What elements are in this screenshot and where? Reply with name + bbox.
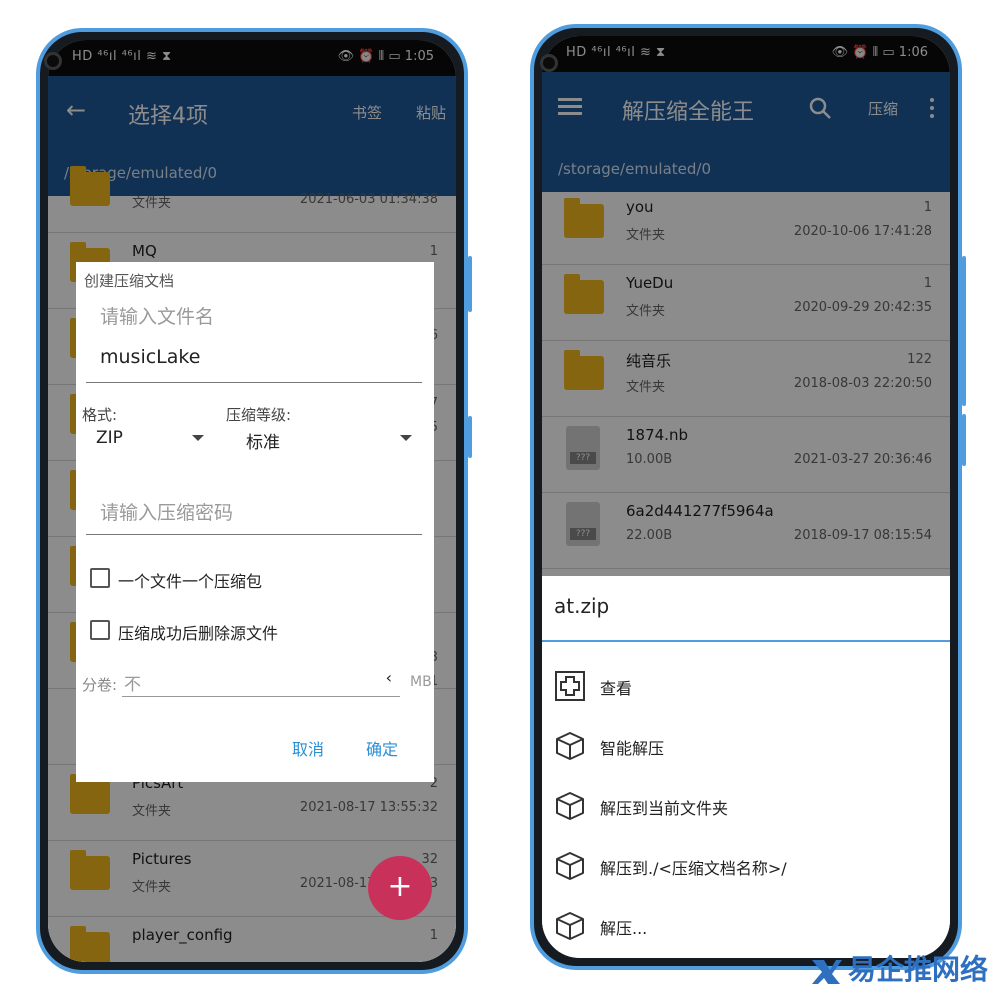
package-box-icon [556, 792, 584, 820]
archive-filename: at.zip [554, 594, 610, 618]
menu-item-extract-to-folder[interactable]: 解压到./<压缩文档名称>/ [542, 838, 950, 894]
watermark-text: 易企推网络 [847, 953, 988, 986]
menu-item-label: 智能解压 [600, 739, 665, 758]
level-label: 压缩等级: [226, 406, 292, 424]
menu-item-extract[interactable]: 解压... [542, 898, 950, 954]
package-box-icon [556, 912, 584, 940]
menu-item-smart-extract[interactable]: 智能解压 [542, 718, 950, 774]
split-label: 分卷: [82, 676, 118, 694]
right-phone-screen: HD ⁴⁶ıl ⁴⁶ıl ≋ ⧗ 👁 ⏰ ⦀ ▭ 1:06 解压缩全能王 压缩 … [542, 36, 950, 958]
plus-icon: + [387, 869, 413, 904]
package-box-icon [556, 732, 584, 760]
one-file-per-archive-checkbox[interactable] [90, 568, 110, 588]
front-camera [540, 54, 558, 72]
filename-field[interactable]: 请输入文件名 musicLake [86, 296, 422, 383]
menu-item-label: 解压... [600, 919, 648, 938]
volume-button [962, 256, 966, 406]
format-select[interactable]: ZIP [96, 428, 123, 448]
menu-item-extract-here[interactable]: 解压到当前文件夹 [542, 778, 950, 834]
password-placeholder: 请输入压缩密码 [100, 502, 234, 524]
cancel-button[interactable]: 取消 [292, 736, 324, 760]
left-phone-frame: HD ⁴⁶ıl ⁴⁶ıl ≋ ⧗ 👁 ⏰ ⦀ ▭ 1:05 ← 选择4项 书签 … [36, 28, 472, 974]
delete-source-checkbox[interactable] [90, 620, 110, 640]
create-archive-dialog: 创建压缩文档 请输入文件名 musicLake 格式: ZIP 压缩等级: 标准… [76, 262, 434, 782]
ok-button[interactable]: 确定 [366, 736, 398, 760]
split-value[interactable]: 不 [124, 670, 141, 695]
plus-box-icon [555, 671, 585, 701]
checkbox-label: 一个文件一个压缩包 [118, 572, 263, 591]
right-phone-frame: HD ⁴⁶ıl ⁴⁶ıl ≋ ⧗ 👁 ⏰ ⦀ ▭ 1:06 解压缩全能王 压缩 … [530, 24, 966, 970]
menu-item-label: 解压到当前文件夹 [600, 799, 729, 818]
package-box-icon [556, 852, 584, 880]
menu-item-label: 查看 [600, 679, 633, 698]
divider [542, 640, 950, 642]
left-phone-screen: HD ⁴⁶ıl ⁴⁶ıl ≋ ⧗ 👁 ⏰ ⦀ ▭ 1:05 ← 选择4项 书签 … [48, 40, 456, 962]
logo-icon [811, 960, 842, 984]
chevron-down-icon[interactable] [192, 435, 204, 441]
split-size-field[interactable]: 不 ‹ [122, 666, 400, 697]
front-camera [44, 52, 62, 70]
volume-button [468, 256, 472, 312]
checkbox-label: 压缩成功后删除源文件 [118, 624, 279, 643]
level-select[interactable]: 标准 [246, 428, 280, 453]
archive-action-sheet: at.zip 查看 智能解压 解压到当前文件夹 解压到./<压缩文档名称>/ 解… [542, 576, 950, 958]
add-fab-button[interactable]: + [368, 856, 432, 920]
format-label: 格式: [82, 406, 118, 424]
chevron-down-icon[interactable] [400, 435, 412, 441]
power-button [962, 414, 966, 466]
split-unit: MB [410, 674, 432, 690]
chevron-left-icon[interactable]: ‹ [386, 668, 392, 687]
menu-item-view[interactable]: 查看 [542, 658, 950, 714]
menu-item-label: 解压到./<压缩文档名称>/ [600, 859, 787, 878]
power-button [468, 416, 472, 458]
filename-input[interactable]: musicLake [100, 346, 200, 368]
password-field[interactable]: 请输入压缩密码 [86, 486, 422, 535]
watermark: 易企推网络 [810, 948, 988, 988]
filename-placeholder: 请输入文件名 [100, 306, 215, 328]
dialog-title: 创建压缩文档 [84, 272, 175, 290]
